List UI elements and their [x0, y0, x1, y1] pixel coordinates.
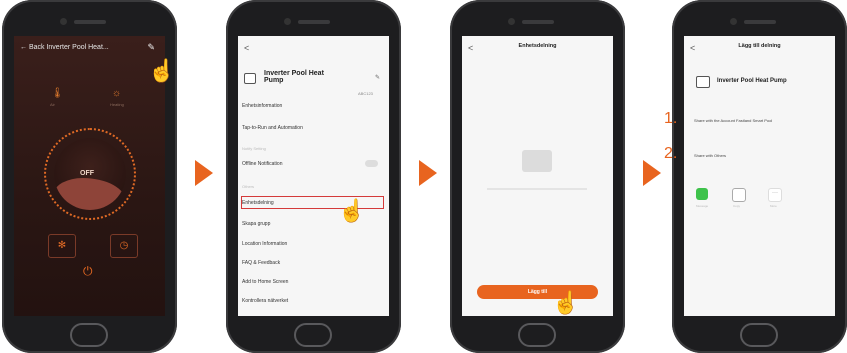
tap-hand-icon: ☝	[148, 58, 176, 83]
home-button	[740, 323, 778, 347]
screen-title: Lägg till delning	[738, 43, 781, 49]
tap-hand-icon: ☝	[552, 290, 580, 315]
row-check-network[interactable]: Kontrollera nätverket	[242, 298, 382, 304]
device-sharing-screen: < Enhetsdelning Lägg till	[462, 36, 613, 316]
share-others-row[interactable]: Share with Others	[694, 153, 726, 158]
device-name: Inverter Pool Heat Pump	[264, 70, 324, 84]
mode-label-air: Air	[50, 102, 55, 107]
screen-title: Enhetsdelning	[518, 43, 557, 49]
speaker	[522, 20, 554, 24]
device-icon	[696, 76, 710, 88]
row-device-info[interactable]: Enhetsinformation	[242, 103, 382, 109]
camera	[284, 18, 291, 25]
more-icon[interactable]: ···	[768, 188, 782, 202]
header: ← Back Inverter Pool Heat...	[20, 44, 109, 51]
home-button	[294, 323, 332, 347]
phone-3: < Enhetsdelning Lägg till ☝	[450, 0, 625, 353]
section-notify: Notify Setting	[242, 146, 266, 151]
row-faq[interactable]: FAQ & Feedback	[242, 260, 382, 266]
mode-label-heating: Heating	[110, 102, 124, 107]
thermometer-icon[interactable]: 🌡	[51, 88, 64, 99]
device-name: Inverter Pool Heat Pump	[717, 78, 787, 84]
speaker	[744, 20, 776, 24]
back-button[interactable]: ← Back	[20, 44, 45, 51]
phone-4: < Lägg till delning Inverter Pool Heat P…	[672, 0, 847, 353]
empty-state-line	[487, 188, 587, 190]
pencil-icon[interactable]: ✎	[147, 42, 155, 53]
add-sharing-button[interactable]: Lägg till	[477, 285, 598, 299]
phone-1: ← Back Inverter Pool Heat... ✎ 🌡 Air ☼ H…	[2, 0, 177, 353]
sun-icon[interactable]: ☼	[112, 88, 121, 99]
status-label: OFF	[80, 170, 94, 177]
app-label: Message	[696, 204, 709, 208]
edit-icon[interactable]: ✎	[375, 74, 380, 81]
device-icon	[244, 73, 256, 84]
add-sharing-screen: < Lägg till delning Inverter Pool Heat P…	[684, 36, 835, 316]
app-label: Copy	[733, 204, 741, 208]
device-title: Inverter Pool Heat...	[46, 44, 109, 51]
device-id: ABC123	[358, 91, 373, 96]
step-arrow-icon	[419, 160, 437, 186]
copy-icon[interactable]	[732, 188, 746, 202]
home-button	[70, 323, 108, 347]
step-number-1: 1.	[664, 110, 678, 127]
speaker	[298, 20, 330, 24]
back-icon[interactable]: <	[244, 43, 249, 53]
row-tap-to-run[interactable]: Tap-to-Run and Automation	[242, 125, 382, 131]
camera	[508, 18, 515, 25]
speaker	[74, 20, 106, 24]
step-number-2: 2.	[664, 145, 678, 162]
tap-hand-icon: ☝	[338, 198, 366, 223]
device-control-screen: ← Back Inverter Pool Heat... ✎ 🌡 Air ☼ H…	[14, 36, 165, 316]
share-account-row[interactable]: Share with the Account Fastland Smart Po…	[694, 118, 772, 123]
step-arrow-icon	[643, 160, 661, 186]
step-arrow-icon	[195, 160, 213, 186]
dial-wave	[54, 178, 126, 210]
device-settings-screen: < Inverter Pool Heat Pump ✎ ABC123 Enhet…	[238, 36, 389, 316]
power-icon[interactable]: ⏻	[83, 264, 93, 279]
empty-state-icon	[522, 150, 552, 172]
fan-icon[interactable]: ✻	[48, 234, 76, 258]
row-location[interactable]: Location Information	[242, 241, 382, 247]
offline-toggle[interactable]	[365, 160, 378, 167]
row-home-screen[interactable]: Add to Home Screen	[242, 279, 382, 285]
section-others: Others	[242, 184, 255, 189]
phone-2: < Inverter Pool Heat Pump ✎ ABC123 Enhet…	[226, 0, 401, 353]
camera	[60, 18, 67, 25]
row-offline-notification[interactable]: Offline Notification	[242, 161, 382, 167]
app-label: More	[770, 204, 777, 208]
message-app-icon[interactable]	[696, 188, 708, 200]
home-button	[518, 323, 556, 347]
camera	[730, 18, 737, 25]
timer-icon[interactable]: ◷	[110, 234, 138, 258]
